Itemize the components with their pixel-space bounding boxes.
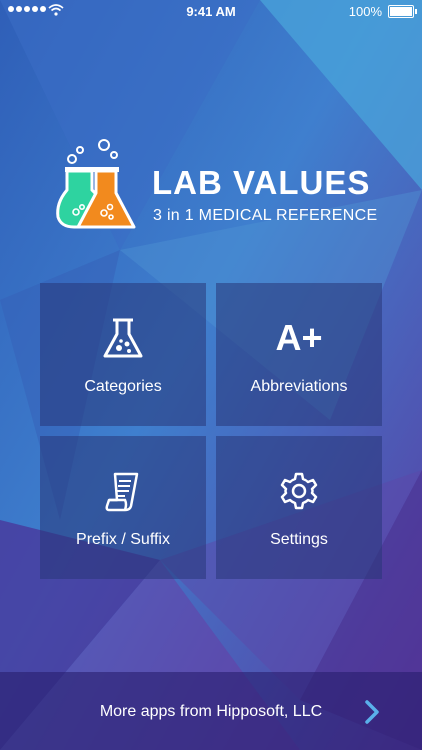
prefix-suffix-label: Prefix / Suffix <box>76 531 170 548</box>
settings-label: Settings <box>270 531 328 548</box>
flask-icon <box>103 318 143 358</box>
a-plus-icon: A+ <box>275 317 323 358</box>
abbreviations-button[interactable]: A+ Abbreviations <box>216 283 382 426</box>
categories-label: Categories <box>84 378 162 395</box>
more-apps-text: More apps from Hipposoft, LLC <box>99 703 323 720</box>
abbreviations-label: Abbreviations <box>250 378 348 395</box>
prefix-suffix-button[interactable]: Prefix / Suffix <box>40 436 206 579</box>
more-apps-bar[interactable]: More apps from Hipposoft, LLC <box>0 672 422 750</box>
app-screen: 9:41 AM 100% LAB VALUES 3 in 1 MEDICAL R… <box>0 0 422 750</box>
battery-percent: 100% <box>348 4 382 19</box>
battery-icon <box>388 5 417 18</box>
gear-icon <box>280 472 318 510</box>
scroll-icon <box>105 472 139 512</box>
lab-flasks-logo <box>56 139 136 229</box>
settings-button[interactable]: Settings <box>216 436 382 579</box>
app-subtitle: 3 in 1 MEDICAL REFERENCE <box>153 207 378 224</box>
categories-button[interactable]: Categories <box>40 283 206 426</box>
status-bar: 9:41 AM 100% <box>0 0 422 22</box>
chevron-right-icon <box>365 700 379 724</box>
app-title: LAB VALUES <box>152 164 371 201</box>
